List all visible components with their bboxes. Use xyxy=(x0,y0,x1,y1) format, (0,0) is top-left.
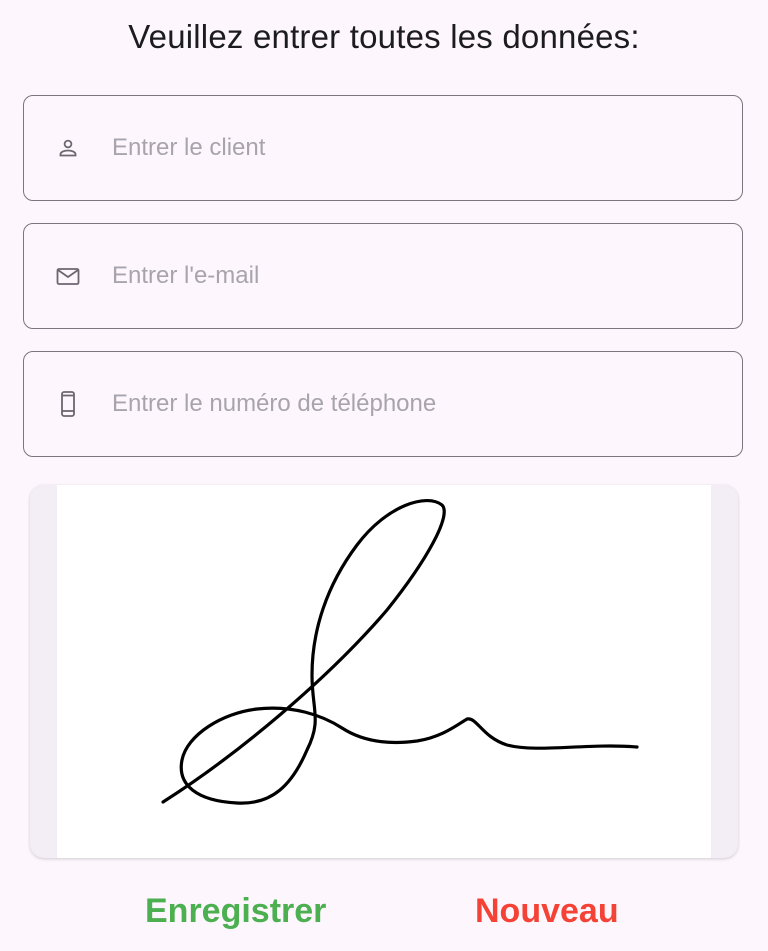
mail-icon xyxy=(55,263,81,289)
email-field[interactable] xyxy=(23,223,743,329)
signature-card xyxy=(30,485,738,858)
client-field[interactable] xyxy=(23,95,743,201)
phone-field[interactable] xyxy=(23,351,743,457)
save-button[interactable]: Enregistrer xyxy=(145,888,326,934)
smartphone-icon xyxy=(55,391,81,417)
new-button[interactable]: Nouveau xyxy=(475,888,619,934)
page-title: Veuillez entrer toutes les données: xyxy=(128,18,640,55)
client-input[interactable] xyxy=(112,96,712,200)
signature-stroke xyxy=(161,499,639,805)
person-icon xyxy=(55,135,81,161)
signature-pad[interactable] xyxy=(57,485,711,858)
email-input[interactable] xyxy=(112,224,712,328)
phone-input[interactable] xyxy=(112,352,712,456)
